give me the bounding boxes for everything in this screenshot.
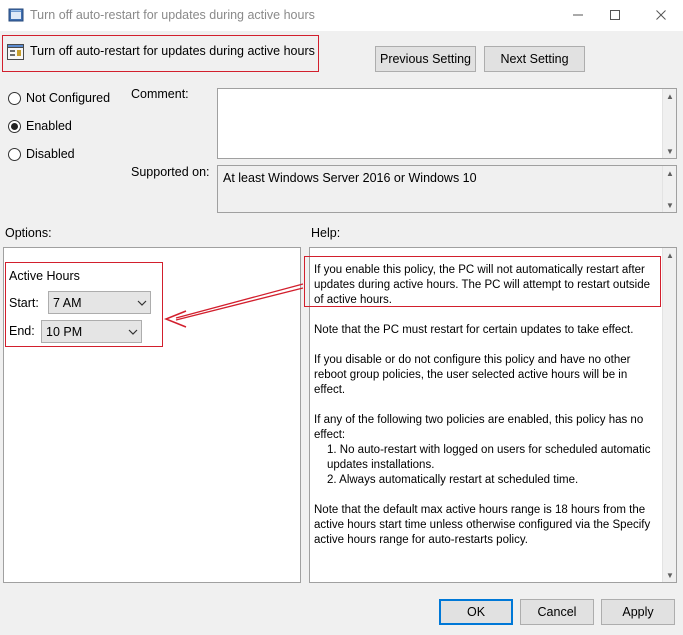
help-list-intro: If any of the following two policies are…: [314, 414, 644, 441]
next-setting-button[interactable]: Next Setting: [484, 46, 585, 72]
help-paragraph: If any of the following two policies are…: [314, 413, 658, 488]
previous-setting-button[interactable]: Previous Setting: [375, 46, 476, 72]
radio-label: Not Configured: [26, 91, 111, 105]
help-paragraph: If you disable or do not configure this …: [314, 354, 631, 396]
ok-button[interactable]: OK: [439, 599, 513, 625]
minimize-button[interactable]: [566, 4, 590, 26]
supported-scrollbar[interactable]: ▲ ▼: [662, 166, 676, 212]
radio-label: Enabled: [26, 119, 72, 133]
supported-on-value: At least Windows Server 2016 or Windows …: [223, 171, 477, 185]
scroll-down-icon[interactable]: ▼: [663, 568, 677, 582]
close-icon: [656, 10, 666, 20]
supported-on-label: Supported on:: [131, 165, 210, 179]
chevron-down-icon: [134, 300, 150, 306]
end-time-value: 10 PM: [46, 324, 83, 339]
scroll-up-icon[interactable]: ▲: [663, 89, 677, 103]
scroll-up-icon[interactable]: ▲: [663, 166, 677, 180]
help-list-item: 1. No auto-restart with logged on users …: [327, 444, 651, 471]
policy-setting-icon: [7, 44, 24, 60]
scroll-down-icon[interactable]: ▼: [663, 198, 677, 212]
comment-label: Comment:: [131, 87, 189, 101]
chevron-down-icon: [125, 329, 141, 335]
start-label: Start:: [9, 296, 39, 310]
help-scrollbar[interactable]: ▲ ▼: [662, 248, 676, 582]
start-time-value: 7 AM: [53, 295, 82, 310]
scroll-down-icon[interactable]: ▼: [663, 144, 677, 158]
end-time-select[interactable]: 10 PM: [41, 320, 142, 343]
policy-title: Turn off auto-restart for updates during…: [30, 44, 315, 58]
radio-circle[interactable]: [8, 147, 21, 161]
help-paragraph: Note that the PC must restart for certai…: [314, 324, 634, 336]
radio-circle[interactable]: [8, 91, 21, 105]
comment-scrollbar[interactable]: ▲ ▼: [662, 89, 676, 158]
policy-app-icon: [8, 8, 24, 22]
radio-selected-dot: [11, 122, 18, 130]
help-paragraph: Note that the default max active hours r…: [314, 504, 651, 546]
scroll-up-icon[interactable]: ▲: [663, 248, 677, 262]
minimize-icon: [573, 14, 583, 16]
options-label: Options:: [5, 226, 52, 240]
cancel-button[interactable]: Cancel: [520, 599, 594, 625]
radio-enabled[interactable]: Enabled: [8, 119, 72, 133]
help-label: Help:: [311, 226, 341, 240]
radio-circle[interactable]: [8, 119, 21, 133]
help-paragraph: If you enable this policy, the PC will n…: [314, 264, 651, 306]
radio-not-configured[interactable]: Not Configured: [8, 91, 110, 105]
radio-label: Disabled: [26, 147, 75, 161]
window-title: Turn off auto-restart for updates during…: [30, 8, 315, 22]
comment-textarea[interactable]: [217, 88, 677, 159]
maximize-button[interactable]: [603, 4, 627, 26]
active-hours-title: Active Hours: [9, 269, 80, 283]
help-list-item: 2. Always automatically restart at sched…: [327, 474, 579, 486]
apply-button[interactable]: Apply: [601, 599, 675, 625]
start-time-select[interactable]: 7 AM: [48, 291, 151, 314]
maximize-icon: [610, 10, 620, 20]
radio-disabled[interactable]: Disabled: [8, 147, 75, 161]
close-button[interactable]: [649, 4, 673, 26]
end-label: End:: [9, 324, 35, 338]
